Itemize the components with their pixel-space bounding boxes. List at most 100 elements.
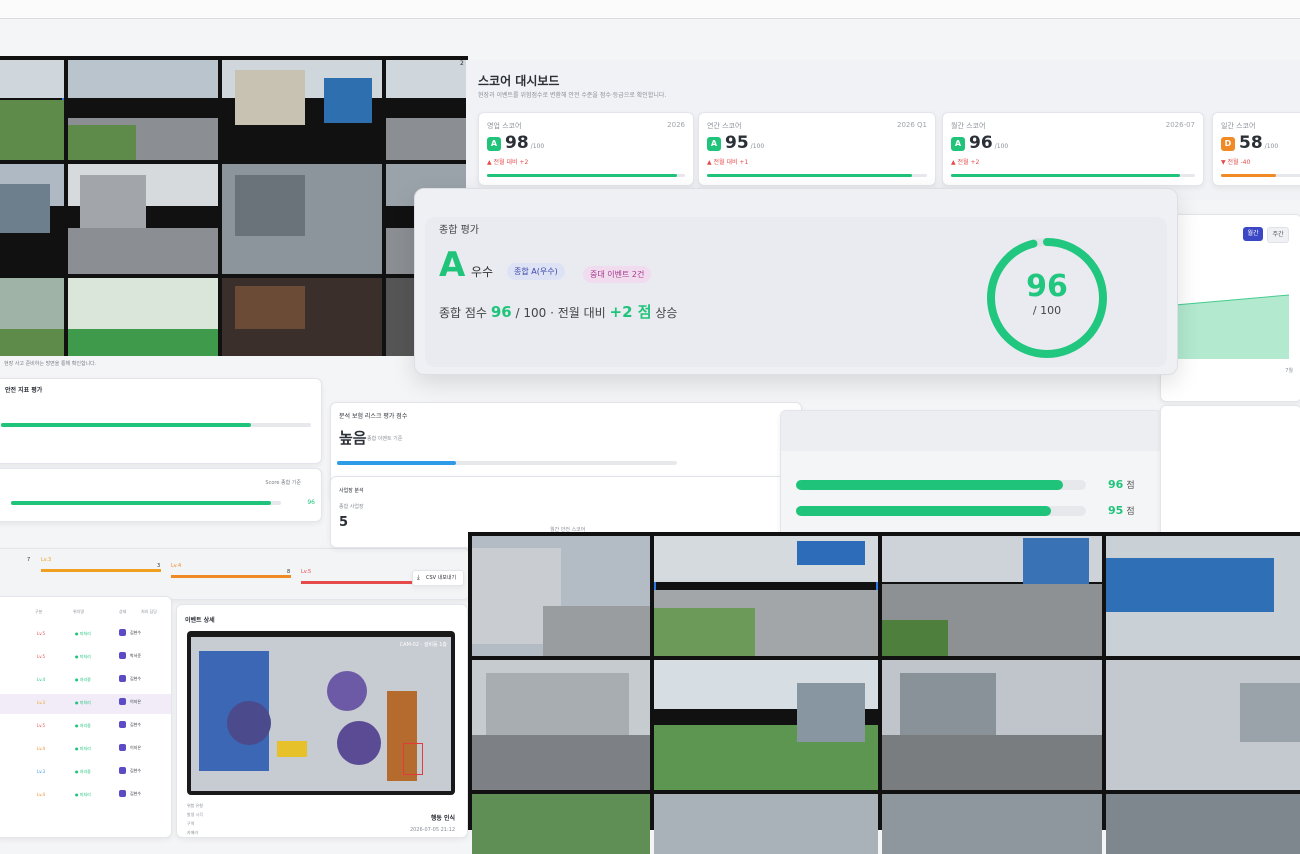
severity-total: 2 (460, 60, 464, 67)
camera-tile[interactable] (1106, 660, 1300, 790)
score-bar-value: 95 점 (1108, 504, 1135, 517)
severity-panel: 7 Lv.3 3 Lv.4 8 Lv.5 (0, 548, 470, 600)
summary-score: 96 (490, 303, 512, 321)
table-row[interactable]: Lv.5 ● 미처리 김현수 (0, 625, 171, 645)
score-card-max: /100 (994, 143, 1009, 150)
camera-tile[interactable] (0, 164, 64, 274)
camera-tile[interactable] (68, 60, 218, 160)
csv-export-label: CSV 내보내기 (426, 575, 457, 581)
score-bar-value: 96 점 (1108, 478, 1135, 491)
evaluation-summary: 종합 점수 96 / 100 · 전월 대비 +2 점 상승 (439, 301, 677, 322)
camera-tile[interactable] (882, 660, 1102, 790)
score-bar-number: 95 (1108, 504, 1124, 517)
camera-tile[interactable] (654, 536, 878, 656)
score-ring: 96 / 100 (982, 233, 1112, 363)
summary-suffix: 상승 (655, 306, 678, 320)
score-card-value: 96/100 (969, 133, 1008, 153)
status-label: ● 처리중 (75, 769, 91, 774)
detail-field-label: 위험 유형 (187, 803, 203, 808)
severity-bar (41, 569, 161, 572)
status-label: ● 미처리 (75, 792, 91, 797)
score-card[interactable]: 연간 스코어 2026 Q1 A 95/100 ▲ 전월 대비 +1 (698, 112, 936, 186)
area-chart-label: 7월 (1285, 368, 1293, 374)
level-label: Lv.5 (37, 723, 46, 728)
score-card[interactable]: 일간 스코어 D 58/100 ▼ 전월 -40 (1212, 112, 1300, 186)
csv-export-button[interactable]: ⤓ CSV 내보내기 (412, 570, 464, 586)
camera-tile[interactable] (0, 60, 64, 160)
camera-tile[interactable] (68, 164, 218, 274)
score-card-date: 2026 Q1 (896, 121, 927, 129)
monthly-bar-title: 월간 안전 스코어 (550, 527, 586, 533)
user-avatar-icon (119, 767, 126, 774)
camera-tile[interactable] (386, 60, 476, 160)
camera-tile[interactable] (654, 794, 878, 854)
camera-tile[interactable] (222, 278, 382, 356)
table-header: 위치명 (73, 609, 85, 614)
table-row[interactable]: Lv.5 ● 처리중 김현수 (0, 717, 171, 737)
status-label: ● 미처리 (75, 746, 91, 751)
download-icon: ⤓ (417, 574, 420, 581)
table-row[interactable]: Lv.4 ● 미처리 김현수 (0, 786, 171, 806)
score-card-bar (707, 174, 912, 177)
score-card[interactable]: 월간 스코어 2026-07 A 96/100 ▲ 전월 +2 (942, 112, 1204, 186)
score-card-track (951, 174, 1195, 177)
site-analysis-value: 5 (339, 515, 349, 530)
assignee-name: 김현수 (130, 768, 142, 773)
score-card-max: /100 (530, 143, 545, 150)
summary-mid: / 100 · 전월 대비 (515, 306, 606, 320)
evaluation-grade-text: 우수 (471, 265, 494, 279)
status-label: ● 처리중 (75, 677, 91, 682)
detail-field-label: 발생 시각 (187, 812, 203, 817)
camera-tile[interactable] (222, 164, 382, 274)
table-row[interactable]: Lv.3 ● 미처리 이지은 (0, 694, 171, 714)
score-card-label: 일간 스코어 (1221, 122, 1256, 130)
grade-badge: 종합 A(우수) (507, 263, 565, 280)
camera-tile[interactable] (654, 660, 878, 790)
grade-badge-icon: A (707, 137, 721, 151)
score-card-value: 98/100 (505, 133, 544, 153)
severity-bar (171, 575, 291, 578)
level-label: Lv.3 (37, 700, 46, 705)
table-header: 처리 담당 (141, 609, 157, 614)
summary-delta: +2 점 (609, 303, 652, 321)
table-row[interactable]: Lv.4 ● 미처리 이지은 (0, 740, 171, 760)
table-row[interactable]: Lv.3 ● 처리중 김현수 (0, 763, 171, 783)
detail-field-label: 카메라 (187, 830, 199, 835)
camera-tile[interactable] (882, 794, 1102, 854)
score-card-delta: ▲ 전월 +2 (951, 159, 980, 166)
site-analysis-label: 종합 사업장 (339, 504, 364, 510)
assignee-name: 김현수 (130, 676, 142, 681)
user-avatar-icon (119, 721, 126, 728)
event-camera-frame[interactable]: CAM-02 · 설비동 1층 (187, 631, 455, 795)
severity-label: Lv.3 (41, 557, 52, 563)
score-trend-bar (11, 501, 271, 505)
user-avatar-icon (119, 790, 126, 797)
score-card[interactable]: 영업 스코어 2026 A 98/100 ▲ 전월 대비 +2 (478, 112, 694, 186)
level-label: Lv.4 (37, 792, 46, 797)
left-caption: 현장 사고 준비하는 방면을 통해 확인합니다. (4, 361, 97, 367)
score-card-number: 98 (505, 133, 529, 153)
score-card-label: 영업 스코어 (487, 122, 522, 130)
camera-tile[interactable] (1106, 794, 1300, 854)
camera-tile[interactable] (472, 536, 650, 656)
area-chart-panel: 월간 주간 7월 (1160, 214, 1300, 402)
user-avatar-icon (119, 629, 126, 636)
table-row[interactable]: Lv.5 ● 미처리 박서준 (0, 648, 171, 668)
camera-tile[interactable] (472, 794, 650, 854)
camera-tile[interactable] (0, 278, 64, 356)
evaluation-grade: A (439, 245, 466, 285)
camera-tile[interactable] (882, 536, 1102, 656)
camera-tile[interactable] (472, 660, 650, 790)
camera-tile[interactable] (68, 278, 218, 356)
user-avatar-icon (119, 675, 126, 682)
severity-bar (301, 581, 421, 584)
risk-level-note: 종합 이벤트 기준 (367, 436, 403, 442)
score-trend-value: 96 (307, 499, 315, 506)
risk-level: 높음 (339, 429, 367, 447)
assignee-name: 박서준 (130, 653, 142, 658)
user-avatar-icon (119, 698, 126, 705)
table-row[interactable]: Lv.4 ● 처리중 김현수 (0, 671, 171, 691)
camera-tile[interactable] (222, 60, 382, 160)
detail-field-label: 구역 (187, 821, 195, 826)
camera-tile[interactable] (1106, 536, 1300, 656)
